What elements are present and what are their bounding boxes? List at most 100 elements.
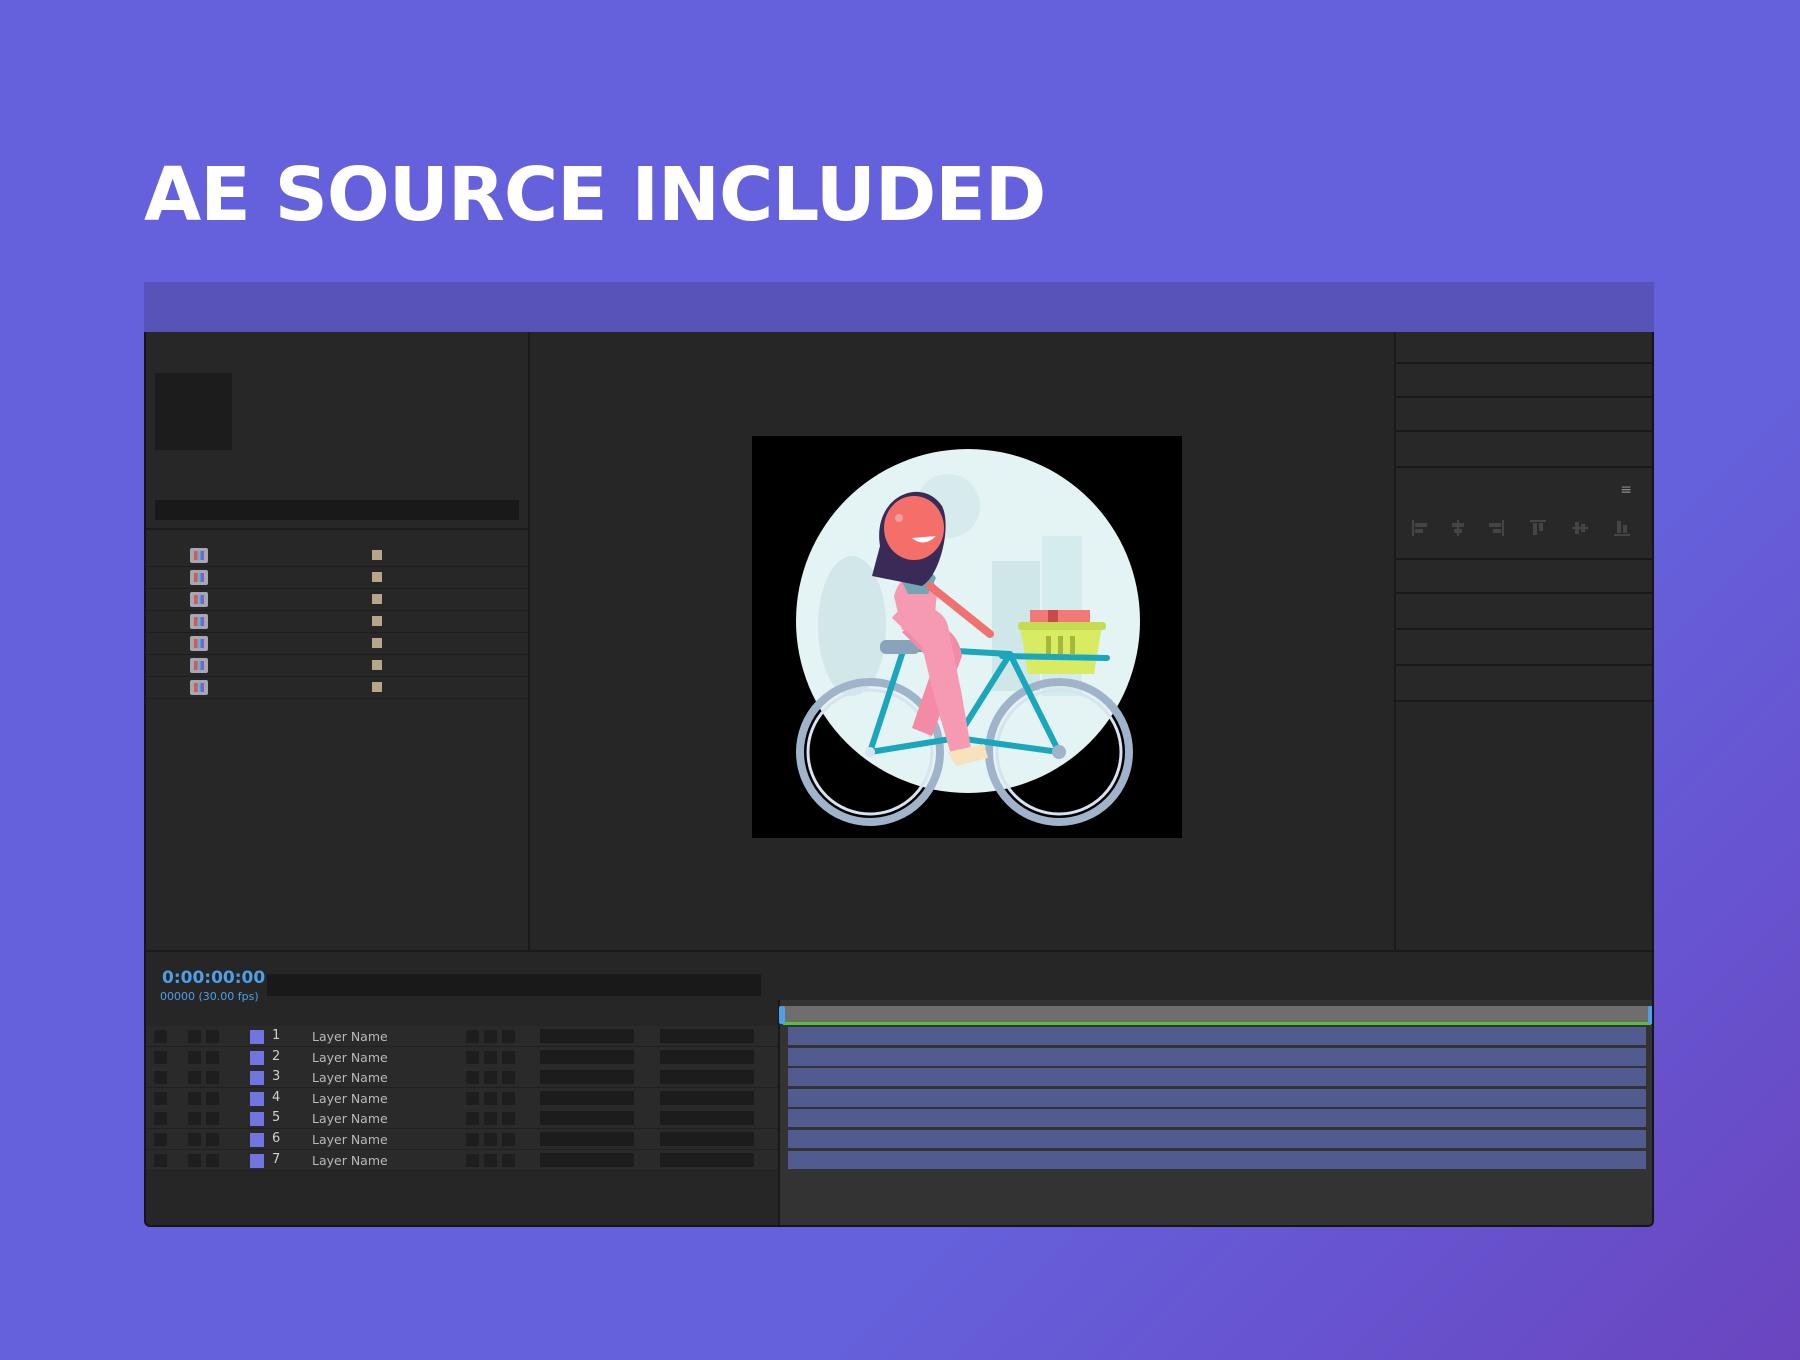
layer-dropdown[interactable]	[660, 1070, 754, 1085]
align-top-icon[interactable]	[1530, 520, 1546, 536]
layer-switch[interactable]	[484, 1091, 497, 1105]
layer-switch[interactable]	[484, 1112, 497, 1126]
layer-switch[interactable]	[484, 1133, 497, 1146]
layer-row[interactable]: 1 Layer Name	[146, 1026, 778, 1047]
panel-menu-icon[interactable]: ≡	[1620, 482, 1632, 498]
layer-switch[interactable]	[188, 1030, 201, 1043]
layer-dropdown[interactable]	[540, 1049, 634, 1064]
layer-switch[interactable]	[466, 1112, 479, 1126]
layer-switch[interactable]	[502, 1112, 515, 1126]
layer-dropdown[interactable]	[540, 1132, 634, 1146]
timeline-divider[interactable]	[778, 1000, 780, 1225]
layer-switch[interactable]	[502, 1091, 515, 1105]
layer-name[interactable]: Layer Name	[312, 1050, 388, 1065]
layer-switch[interactable]	[466, 1050, 479, 1064]
layer-duration-bar[interactable]	[788, 1130, 1646, 1148]
layer-duration-bar[interactable]	[788, 1068, 1646, 1087]
layer-switch[interactable]	[466, 1133, 479, 1146]
layer-name[interactable]: Layer Name	[312, 1029, 388, 1044]
layer-dropdown[interactable]	[540, 1090, 634, 1105]
label-color-swatch[interactable]	[372, 660, 382, 670]
label-color-swatch[interactable]	[372, 682, 382, 692]
align-bottom-icon[interactable]	[1614, 520, 1630, 536]
label-color-swatch[interactable]	[372, 572, 382, 582]
layer-switch[interactable]	[154, 1050, 167, 1064]
layer-switch[interactable]	[206, 1153, 219, 1167]
layer-switch[interactable]	[154, 1030, 167, 1043]
project-item[interactable]	[146, 610, 528, 633]
layer-switch[interactable]	[502, 1050, 515, 1064]
layer-switch[interactable]	[466, 1071, 479, 1085]
layer-switch[interactable]	[484, 1071, 497, 1085]
layer-switch[interactable]	[188, 1071, 201, 1085]
layer-switch[interactable]	[154, 1153, 167, 1167]
layer-switch[interactable]	[188, 1133, 201, 1146]
layer-label-color[interactable]	[250, 1112, 264, 1127]
project-item[interactable]	[146, 654, 528, 677]
layer-dropdown[interactable]	[540, 1070, 634, 1085]
layer-switch[interactable]	[466, 1030, 479, 1043]
layer-row[interactable]: 7 Layer Name	[146, 1149, 778, 1171]
layer-duration-bar[interactable]	[788, 1150, 1646, 1169]
layer-name[interactable]: Layer Name	[312, 1091, 388, 1106]
layer-label-color[interactable]	[250, 1050, 264, 1065]
layer-switch[interactable]	[484, 1050, 497, 1064]
layer-dropdown[interactable]	[540, 1152, 634, 1167]
layer-dropdown[interactable]	[660, 1049, 754, 1064]
layer-switch[interactable]	[188, 1153, 201, 1167]
layer-name[interactable]: Layer Name	[312, 1153, 388, 1168]
work-area-bar[interactable]	[783, 1006, 1651, 1022]
layer-label-color[interactable]	[250, 1133, 264, 1147]
project-item[interactable]	[146, 588, 528, 611]
label-color-swatch[interactable]	[372, 638, 382, 648]
layer-switch[interactable]	[484, 1030, 497, 1043]
label-color-swatch[interactable]	[372, 616, 382, 626]
layer-label-color[interactable]	[250, 1153, 264, 1168]
current-timecode[interactable]: 0:00:00:00	[162, 968, 265, 988]
layer-dropdown[interactable]	[660, 1152, 754, 1167]
layer-switch[interactable]	[154, 1091, 167, 1105]
work-area-start-handle[interactable]	[779, 1006, 785, 1024]
layer-row[interactable]: 2 Layer Name	[146, 1046, 778, 1068]
layer-duration-bar[interactable]	[788, 1109, 1646, 1128]
layer-switch[interactable]	[154, 1112, 167, 1126]
layer-row[interactable]: 4 Layer Name	[146, 1087, 778, 1109]
layer-switch[interactable]	[188, 1112, 201, 1126]
layer-switch[interactable]	[206, 1133, 219, 1146]
layer-label-color[interactable]	[250, 1030, 264, 1044]
work-area-end-handle[interactable]	[1648, 1006, 1652, 1024]
layer-switch[interactable]	[154, 1133, 167, 1146]
align-middle-icon[interactable]	[1572, 520, 1588, 536]
timeline-search-input[interactable]	[267, 974, 761, 996]
layer-label-color[interactable]	[250, 1091, 264, 1106]
composition-canvas[interactable]	[752, 436, 1182, 838]
project-item[interactable]	[146, 676, 528, 699]
layer-switch[interactable]	[466, 1091, 479, 1105]
layer-switch[interactable]	[206, 1071, 219, 1085]
layer-dropdown[interactable]	[660, 1111, 754, 1126]
layer-switch[interactable]	[188, 1050, 201, 1064]
layer-switch[interactable]	[206, 1112, 219, 1126]
layer-row[interactable]: 5 Layer Name	[146, 1108, 778, 1130]
layer-dropdown[interactable]	[540, 1029, 634, 1043]
layer-row[interactable]: 6 Layer Name	[146, 1129, 778, 1150]
layer-switch[interactable]	[484, 1153, 497, 1167]
layer-dropdown[interactable]	[660, 1090, 754, 1105]
layer-label-color[interactable]	[250, 1071, 264, 1086]
layer-switch[interactable]	[502, 1030, 515, 1043]
project-item[interactable]	[146, 566, 528, 589]
layer-name[interactable]: Layer Name	[312, 1132, 388, 1147]
layer-switch[interactable]	[502, 1133, 515, 1146]
layer-switch[interactable]	[502, 1153, 515, 1167]
layer-dropdown[interactable]	[660, 1132, 754, 1146]
layer-name[interactable]: Layer Name	[312, 1070, 388, 1085]
layer-row[interactable]: 3 Layer Name	[146, 1067, 778, 1089]
layer-duration-bar[interactable]	[788, 1047, 1646, 1066]
layer-duration-bar[interactable]	[788, 1088, 1646, 1107]
label-color-swatch[interactable]	[372, 550, 382, 560]
project-item[interactable]	[146, 632, 528, 655]
layer-switch[interactable]	[154, 1071, 167, 1085]
layer-dropdown[interactable]	[660, 1029, 754, 1043]
layer-switch[interactable]	[206, 1030, 219, 1043]
layer-switch[interactable]	[206, 1050, 219, 1064]
